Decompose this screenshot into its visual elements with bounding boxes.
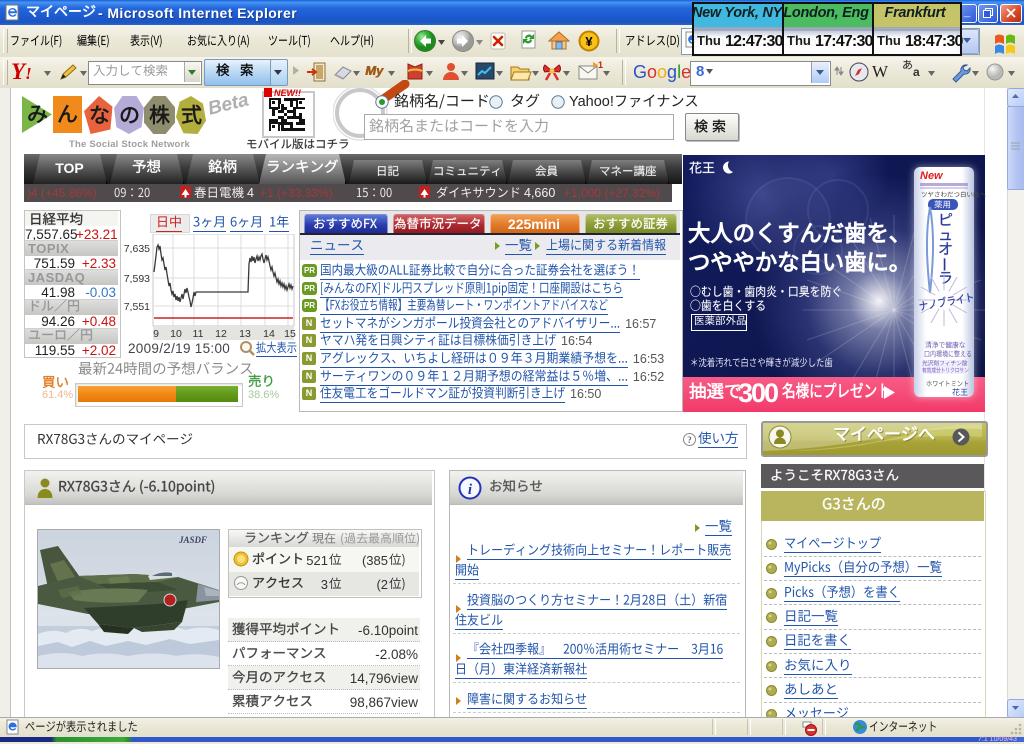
svg-text:9: 9 (153, 328, 159, 340)
svg-text:7,551: 7,551 (124, 301, 150, 313)
svg-text:10: 10 (170, 328, 182, 340)
svg-text:11: 11 (193, 328, 204, 340)
svg-text:?: ? (687, 435, 692, 445)
svg-text:14: 14 (263, 328, 275, 340)
svg-text:13: 13 (239, 328, 251, 340)
svg-text:15: 15 (284, 328, 296, 340)
svg-text:1: 1 (598, 60, 603, 70)
svg-text:7,593: 7,593 (124, 273, 150, 285)
svg-text:7,635: 7,635 (124, 243, 150, 255)
svg-text:¥: ¥ (585, 34, 593, 49)
svg-text:12: 12 (215, 328, 227, 340)
svg-text:JASDF: JASDF (178, 535, 207, 545)
